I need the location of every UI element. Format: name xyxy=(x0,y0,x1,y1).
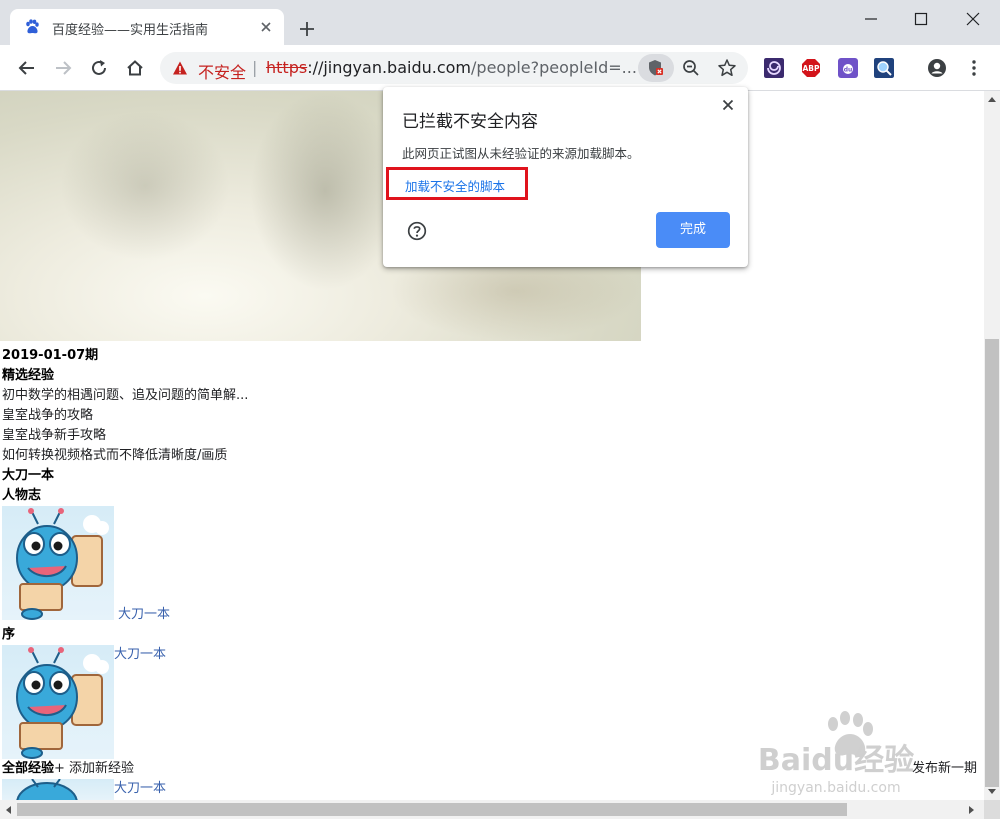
all-experience-label: 全部经验 xyxy=(2,761,55,776)
spiral-extension-icon[interactable] xyxy=(764,58,784,78)
svg-text:ABP: ABP xyxy=(802,64,820,73)
load-unsafe-scripts-link[interactable]: 加载不安全的脚本 xyxy=(405,176,505,195)
new-tab-icon[interactable] xyxy=(298,20,316,38)
scroll-right-arrow-icon[interactable] xyxy=(968,805,976,815)
featured-item-1[interactable]: 初中数学的相遇问题、追及问题的简单解... xyxy=(2,386,248,406)
featured-item-4[interactable]: 如何转换视频格式而不降低清晰度/画质 xyxy=(2,446,227,466)
popup-message: 此网页正试图从未经验证的来源加载脚本。 xyxy=(402,146,640,161)
maximize-icon[interactable] xyxy=(910,8,932,30)
mascot-avatar-image xyxy=(16,508,109,620)
preface-author-link[interactable]: 大刀一本 xyxy=(114,645,166,665)
watermark-brand: Baidu经验 xyxy=(758,743,914,778)
baidu-jingyan-watermark: Baidu经验 jingyan.baidu.com xyxy=(758,711,914,796)
mascot-avatar-image xyxy=(16,779,78,800)
scroll-down-arrow-icon[interactable] xyxy=(987,788,997,796)
browser-toolbar: 不安全 | https://jingyan.baidu.com/people?p… xyxy=(0,45,1000,91)
address-bar[interactable]: 不安全 | https://jingyan.baidu.com/people?p… xyxy=(160,52,748,84)
blocked-content-button[interactable] xyxy=(638,54,674,82)
add-experience-link[interactable]: + 添加新经验 xyxy=(54,761,134,776)
preface-avatar[interactable] xyxy=(2,645,114,759)
issue-date: 2019-01-07期 xyxy=(2,348,99,363)
featured-heading: 精选经验 xyxy=(2,368,55,383)
profile-heading: 人物志 xyxy=(2,488,42,503)
profile-avatar-icon[interactable] xyxy=(927,58,947,78)
watermark-domain: jingyan.baidu.com xyxy=(770,780,900,796)
publish-new-link[interactable]: 发布新一期 xyxy=(912,759,977,779)
scroll-left-arrow-icon[interactable] xyxy=(4,805,12,815)
scrollbar-corner xyxy=(984,800,1000,819)
close-tab-icon[interactable] xyxy=(258,19,274,35)
abp-icon[interactable]: ABP xyxy=(801,58,821,78)
browser-tab[interactable]: 百度经验——实用生活指南 xyxy=(10,9,284,45)
home-icon[interactable] xyxy=(124,57,146,79)
baidu-paw-icon xyxy=(26,19,39,34)
security-separator: | xyxy=(252,58,258,77)
warning-triangle-icon[interactable] xyxy=(172,60,188,76)
shield-blocked-icon xyxy=(649,60,663,76)
url-path: /people?peopleId=... xyxy=(471,58,637,77)
blocked-content-popup: 已拦截不安全内容 此网页正试图从未经验证的来源加载脚本。 加载不安全的脚本 完成 xyxy=(383,87,748,267)
zoom-icon[interactable] xyxy=(681,58,701,78)
scroll-up-arrow-icon[interactable] xyxy=(987,95,997,103)
author-name: 大刀一本 xyxy=(2,468,55,483)
reload-icon[interactable] xyxy=(88,57,110,79)
done-button[interactable]: 完成 xyxy=(656,212,730,248)
tab-title: 百度经验——实用生活指南 xyxy=(52,23,209,38)
vertical-scrollbar[interactable] xyxy=(984,91,1000,800)
author-avatar[interactable] xyxy=(2,506,114,620)
close-window-icon[interactable] xyxy=(962,8,984,30)
featured-item-3[interactable]: 皇室战争新手攻略 xyxy=(2,426,106,446)
vertical-scroll-thumb[interactable] xyxy=(985,339,999,787)
back-arrow-icon[interactable] xyxy=(16,57,38,79)
horizontal-scrollbar[interactable] xyxy=(0,800,984,819)
url-scheme: https xyxy=(266,58,308,77)
svg-text:du: du xyxy=(844,67,853,74)
more-menu-icon[interactable] xyxy=(964,58,984,78)
preface-heading: 序 xyxy=(2,627,16,642)
forward-arrow-icon[interactable] xyxy=(52,57,74,79)
bottom-author-link[interactable]: 大刀一本 xyxy=(114,779,166,799)
tab-strip: 百度经验——实用生活指南 xyxy=(0,0,1000,45)
url-text[interactable]: https://jingyan.baidu.com/people?peopleI… xyxy=(266,58,637,77)
all-experience-row: 全部经验+ 添加新经验 xyxy=(2,759,134,779)
highlight-box: 加载不安全的脚本 xyxy=(386,167,528,200)
list-avatar[interactable] xyxy=(2,779,114,800)
url-host: ://jingyan.baidu.com xyxy=(307,58,472,77)
screenshot-extension-icon[interactable] xyxy=(874,58,894,78)
popup-title: 已拦截不安全内容 xyxy=(402,112,538,132)
close-icon[interactable] xyxy=(720,97,736,113)
mascot-avatar-image xyxy=(16,647,109,759)
baidu-extension-icon[interactable]: du xyxy=(838,58,858,78)
help-icon[interactable] xyxy=(407,221,427,241)
minimize-icon[interactable] xyxy=(860,8,882,30)
bookmark-star-icon[interactable] xyxy=(717,58,737,78)
horizontal-scroll-thumb[interactable] xyxy=(17,803,847,816)
featured-item-2[interactable]: 皇室战争的攻略 xyxy=(2,406,93,426)
profile-author-link[interactable]: 大刀一本 xyxy=(118,605,170,625)
not-secure-label[interactable]: 不安全 xyxy=(198,59,246,83)
